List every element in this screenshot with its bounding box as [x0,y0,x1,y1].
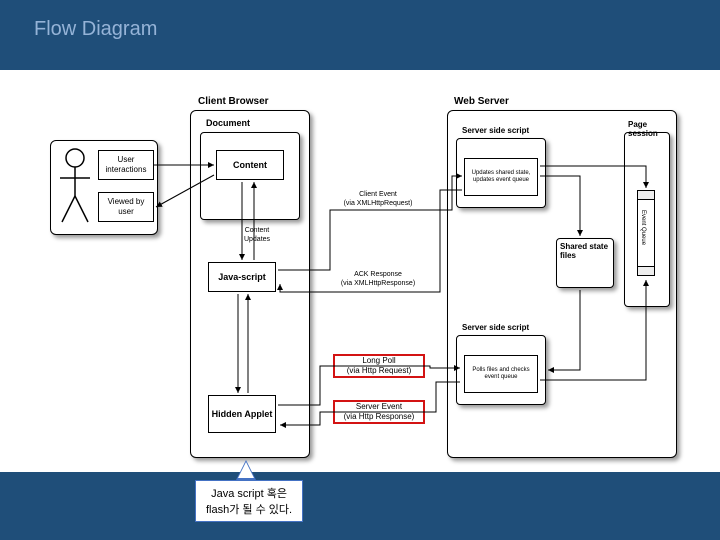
page-session-title: Page session [628,120,672,138]
viewed-by-user-label: Viewed by user [99,197,153,216]
long-poll-box: Long Poll (via Http Request) [333,354,425,378]
server-script-1-title: Server side script [462,126,542,135]
server-script-1-desc-label: Updates shared state, updates event queu… [465,170,537,184]
event-queue-slot-1 [637,190,655,200]
user-interactions-box: User interactions [98,150,154,180]
slide-title: Flow Diagram [34,18,157,41]
event-queue-label: Event Queue [640,210,646,245]
diagram-canvas: User interactions Viewed by user Client … [0,70,720,472]
viewed-by-user-box: Viewed by user [98,192,154,222]
callout-box: Java script 혹은 flash가 될 수 있다. [195,480,303,522]
long-poll-label: Long Poll (via Http Request) [347,356,411,375]
callout-arrow-icon [236,460,256,480]
web-server-title: Web Server [454,96,509,107]
shared-state-title: Shared state files [560,242,610,260]
hidden-applet-box: Hidden Applet [208,395,276,433]
server-event-box: Server Event (via Http Response) [333,400,425,424]
hidden-applet-label: Hidden Applet [212,409,273,420]
content-label: Content [233,160,267,171]
server-script-2-desc: Polls files and checks event queue [464,355,538,393]
event-queue-slot-2 [637,266,655,276]
server-script-1-desc: Updates shared state, updates event queu… [464,158,538,196]
user-interactions-label: User interactions [99,155,153,174]
server-script-2-title: Server side script [462,323,542,332]
server-event-label: Server Event (via Http Response) [344,402,415,421]
content-box: Content [216,150,284,180]
server-script-2-desc-label: Polls files and checks event queue [465,367,537,381]
javascript-label: Java-script [218,272,266,283]
client-event-label: Client Event (via XMLHttpRequest) [333,190,423,208]
client-browser-title: Client Browser [198,96,269,107]
ack-response-label: ACK Response (via XMLHttpResponse) [333,270,423,288]
document-title: Document [206,118,250,128]
stick-figure-icon [58,148,92,226]
javascript-box: Java-script [208,262,276,292]
content-updates-label: Content Updates [232,226,282,244]
